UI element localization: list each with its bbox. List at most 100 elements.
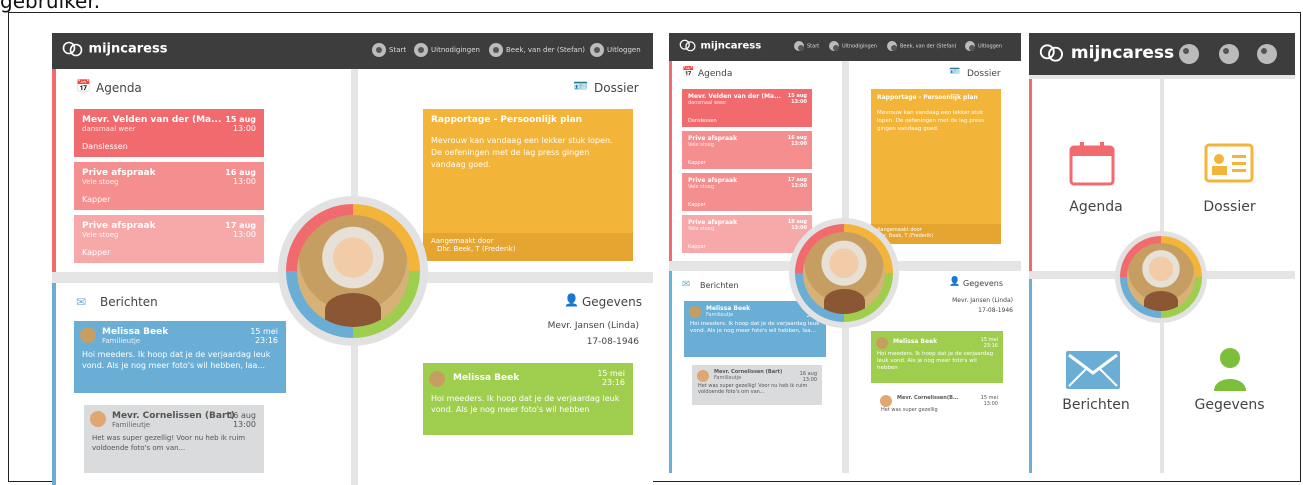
- client-name: Mevr. Jansen (Linda): [547, 321, 639, 331]
- brand-name: mijncaress: [1070, 43, 1175, 63]
- nav-uitloggen[interactable]: [1257, 44, 1280, 64]
- envelope-icon: [1066, 351, 1120, 389]
- calendar-icon: [1069, 142, 1115, 186]
- envelope-icon: ✉: [682, 279, 691, 290]
- message-date: 15 mei 13:00: [980, 395, 998, 407]
- agenda-item-date: 16 aug 13:00: [787, 135, 807, 147]
- agenda-item[interactable]: Prive afspraak Vele stoeg 16 aug 13:00 Ka…: [74, 162, 264, 210]
- person-icon: 👤: [949, 277, 961, 287]
- logout-icon: [965, 41, 975, 51]
- brand-logo[interactable]: mijncaress: [1039, 43, 1174, 63]
- nav-start[interactable]: Start: [372, 43, 406, 57]
- agenda-item[interactable]: Prive afspraak Vele stoeg 18 aug 13:00 Ka…: [682, 215, 812, 253]
- gegevens-title: Gegevens: [963, 279, 1004, 288]
- invite-icon: [414, 43, 428, 57]
- client-avatar[interactable]: [803, 232, 885, 314]
- dossier-title: Dossier: [967, 69, 1001, 79]
- message-card[interactable]: Melissa Beek 15 mei 23:16 Hoi meeders. Ik…: [423, 363, 633, 435]
- message-date: 16 aug 13:00: [799, 371, 817, 383]
- nav-uitloggen[interactable]: Uitloggen: [965, 41, 1002, 51]
- agenda-title: Agenda: [96, 81, 142, 95]
- logout-icon: [1257, 44, 1277, 64]
- logo-icon: [1039, 44, 1063, 62]
- client-avatar[interactable]: [1127, 243, 1195, 311]
- message-date: 16 aug 13:00: [228, 411, 256, 429]
- tablet-screen: mijncaress Start Uitnodigingen Beek, van…: [669, 33, 1021, 473]
- message-text: Hoi meeders. Ik hoop dat je de verjaarda…: [431, 394, 620, 414]
- dossier-footer-name: Dhr. Beek, T (Frederik): [437, 245, 516, 253]
- message-date: 15 mei23:16: [980, 337, 998, 349]
- avatar: [80, 327, 96, 343]
- agenda-item[interactable]: Mevr. Velden van der (Ma... dansmaal wee…: [682, 89, 812, 127]
- dossier-card-footer: Aangemaakt door Dhr. Beek, T (Frederik): [423, 233, 633, 261]
- nav-user[interactable]: [1219, 44, 1242, 64]
- agenda-item[interactable]: Prive afspraak Vele stoeg 16 aug 13:00 Ka…: [682, 131, 812, 169]
- dossier-card[interactable]: Rapportage - Persoonlijk plan Mevrouw ka…: [423, 109, 633, 261]
- agenda-item[interactable]: Prive afspraak Vele stoeg 17 aug 13:00 Ka…: [74, 215, 264, 263]
- caption-text: gebruiker.: [0, 0, 101, 13]
- message-card[interactable]: Melissa Beek Familieutje 15 mei23:16 Hoi…: [74, 321, 286, 393]
- tile-gegevens-label: Gegevens: [1194, 397, 1265, 413]
- nav-start-label: Start: [807, 43, 820, 50]
- message-date: 15 mei23:16: [597, 369, 625, 387]
- nav-start[interactable]: Start: [794, 41, 819, 51]
- agenda-title: Agenda: [698, 69, 733, 79]
- calendar-icon: 📅: [76, 79, 91, 93]
- agenda-item-note: Kapper: [688, 160, 706, 166]
- avatar: [876, 337, 888, 349]
- person-icon: 👤: [564, 293, 579, 307]
- message-card[interactable]: Mevr. Cornelissen(B... 15 mei 13:00 Het w…: [875, 391, 1003, 425]
- nav-user[interactable]: Beek, van der (Stefan): [489, 43, 585, 57]
- client-info: Mevr. Jansen (Linda) 17-08-1946: [548, 321, 639, 347]
- top-bar: mijncaress: [1029, 33, 1295, 75]
- agenda-item-note: Kapper: [688, 244, 706, 250]
- nav-uitnodigingen[interactable]: Uitnodigingen: [829, 41, 877, 51]
- nav-uitnodigingen[interactable]: Uitnodigingen: [414, 43, 480, 57]
- nav-back[interactable]: [1179, 44, 1202, 64]
- home-icon: [372, 43, 386, 57]
- brand-name: mijncaress: [88, 41, 168, 57]
- brand-logo[interactable]: mijncaress: [679, 39, 761, 52]
- nav-user[interactable]: Beek, van der (Stefan): [887, 41, 956, 51]
- avatar: [429, 371, 445, 387]
- agenda-item-date: 17 aug 13:00: [225, 221, 256, 239]
- message-card[interactable]: Mevr. Cornelissen (Bart) Familieutje 16 …: [84, 405, 264, 473]
- avatar-shirt: [823, 289, 865, 314]
- message-text: Het was super gezellig! Voor nu heb ik r…: [698, 383, 808, 395]
- back-icon: [1179, 44, 1199, 64]
- id-card-icon: 🪪: [949, 67, 961, 77]
- client-avatar[interactable]: [297, 215, 409, 327]
- top-bar: mijncaress Start Uitnodigingen Beek, van…: [669, 33, 1021, 61]
- id-card-icon: [1204, 143, 1254, 183]
- message-date: 15 mei23:16: [250, 327, 278, 345]
- message-text: Hoi meeders. Ik hoop dat je de verjaarda…: [82, 350, 271, 370]
- nav-user-label: Beek, van der (Stefan): [900, 43, 957, 50]
- avatar: [880, 395, 892, 407]
- agenda-item-date: 15 aug 13:00: [225, 115, 256, 133]
- client-name: Mevr. Jansen (Linda): [952, 297, 1013, 304]
- agenda-item[interactable]: Prive afspraak Vele stoeg 17 aug 13:00 Ka…: [682, 173, 812, 211]
- brand-logo[interactable]: mijncaress: [62, 41, 167, 57]
- dossier-card-title: Rapportage - Persoonlijk plan: [877, 94, 978, 101]
- top-bar: mijncaress Start Uitnodigingen Beek, van…: [52, 33, 653, 69]
- avatar-shirt: [325, 293, 381, 327]
- nav-uitnodigingen-label: Uitnodigingen: [431, 46, 480, 54]
- nav-start-label: Start: [389, 46, 407, 54]
- agenda-item-note: Danslessen: [688, 118, 717, 124]
- nav-uitloggen-label: Uitloggen: [978, 43, 1003, 50]
- message-text: Hoi meeders. Ik hoop dat je de verjaarda…: [690, 321, 820, 334]
- message-card[interactable]: Melissa Beek 15 mei 23:16 Hoi meeders. Ik…: [871, 331, 1003, 383]
- avatar-shirt: [1144, 290, 1178, 311]
- nav-uitloggen[interactable]: Uitloggen: [590, 43, 641, 57]
- invite-icon: [829, 41, 839, 51]
- brand-name: mijncaress: [700, 40, 762, 52]
- nav-uitnodigingen-label: Uitnodigingen: [842, 43, 877, 50]
- agenda-item[interactable]: Mevr. Velden van der (Ma... dansmaal wee…: [74, 109, 264, 157]
- dossier-footer-label: Aangemaakt door: [431, 237, 494, 245]
- message-card[interactable]: Mevr. Cornelissen (Bart) Familieutje 16 …: [692, 365, 822, 405]
- envelope-icon: ✉: [76, 295, 87, 309]
- tile-berichten-label: Berichten: [1062, 397, 1130, 413]
- client-dob: 17-08-1946: [586, 337, 639, 347]
- gegevens-title: Gegevens: [582, 295, 643, 309]
- dossier-card[interactable]: Rapportage - Persoonlijk plan Mevrouw ka…: [871, 89, 1001, 244]
